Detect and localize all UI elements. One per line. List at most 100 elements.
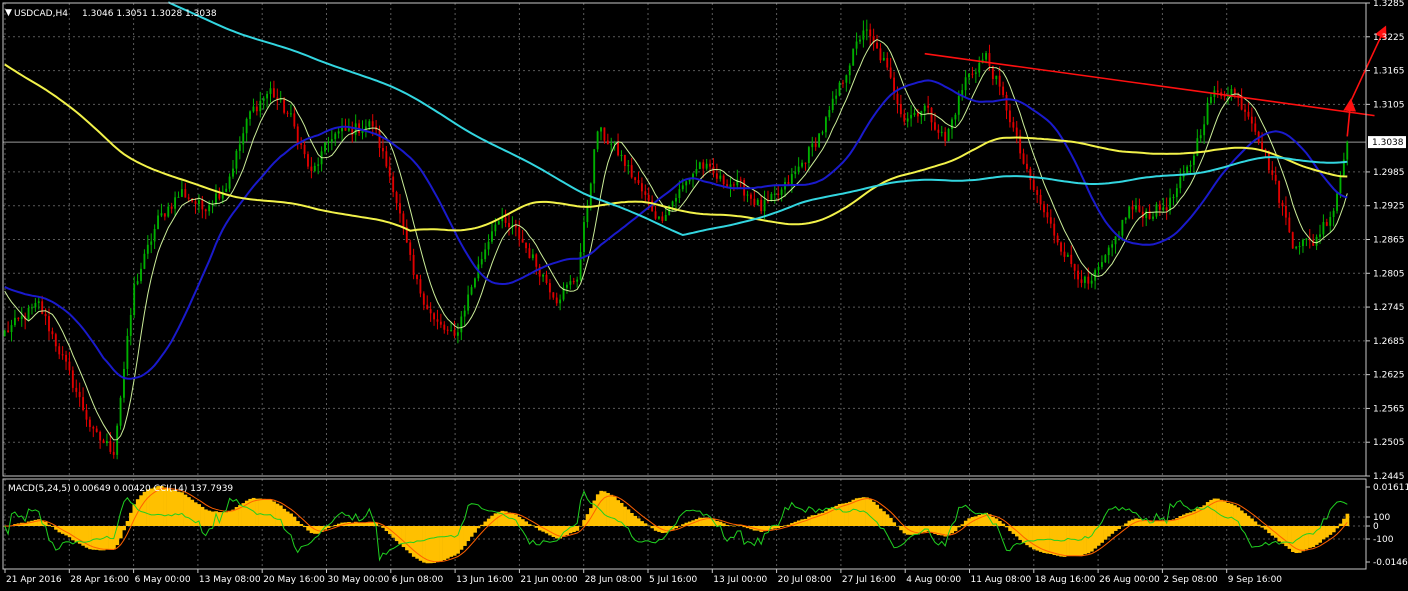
- candle-body: [1189, 164, 1192, 167]
- candle-body: [1339, 176, 1342, 194]
- macd-histogram-bar: [1219, 499, 1224, 526]
- macd-histogram-bar: [1100, 526, 1104, 543]
- macd-histogram-bar: [1021, 526, 1026, 544]
- candle-body: [695, 168, 698, 174]
- macd-histogram-bar: [1103, 526, 1108, 540]
- candle-body: [300, 143, 303, 145]
- candle-body: [194, 201, 197, 204]
- macd-histogram-bar: [643, 523, 648, 526]
- price-tick-label: 1.2745: [1373, 303, 1405, 313]
- candle-body: [606, 140, 609, 145]
- macd-histogram-bar: [1124, 523, 1128, 526]
- candle-body: [249, 111, 251, 119]
- candle-body: [709, 163, 711, 167]
- candle-body: [262, 98, 265, 101]
- candle-body: [1302, 239, 1304, 247]
- time-tick-label: 27 Jul 16:00: [842, 575, 896, 585]
- candle-body: [392, 176, 395, 193]
- candle-body: [1186, 166, 1189, 174]
- candle-body: [821, 132, 824, 134]
- candle-body: [102, 440, 105, 444]
- candle-body: [531, 254, 534, 259]
- macd-histogram-bar: [1256, 524, 1261, 526]
- candle-body: [675, 197, 677, 202]
- candle-body: [347, 128, 350, 131]
- macd-histogram-bar: [258, 498, 263, 526]
- candle-body: [985, 53, 988, 60]
- candle-body: [201, 200, 204, 210]
- time-tick-label: 2 Sep 08:00: [1163, 575, 1218, 585]
- candle-body: [58, 346, 61, 355]
- candle-body: [494, 224, 497, 232]
- candle-body: [842, 82, 844, 84]
- candle-body: [1087, 276, 1090, 284]
- candle-body: [569, 281, 572, 285]
- macd-histogram-bar: [1089, 526, 1094, 552]
- macd-histogram-bar: [878, 508, 883, 526]
- candle-body: [269, 88, 272, 94]
- macd-histogram-bar: [1311, 526, 1316, 548]
- time-tick-label: 28 Jun 08:00: [585, 575, 642, 585]
- macd-histogram-bar: [67, 526, 72, 538]
- macd-histogram-bar: [912, 526, 917, 535]
- candle-body: [647, 194, 650, 201]
- macd-histogram-bar: [497, 511, 501, 526]
- candle-body: [780, 189, 783, 195]
- candle-body: [1155, 204, 1158, 217]
- macd-histogram-bar: [480, 524, 484, 526]
- macd-histogram-bar: [810, 515, 815, 526]
- candle-body: [484, 249, 487, 260]
- macd-histogram-bar: [125, 521, 130, 526]
- candle-body: [715, 173, 718, 179]
- macd-histogram-bar: [783, 525, 788, 526]
- candle-body: [620, 154, 623, 156]
- candle-body: [119, 397, 122, 426]
- candle-body: [1135, 205, 1137, 210]
- macd-histogram-bar: [1107, 526, 1111, 537]
- candle-body: [777, 193, 780, 195]
- macd-histogram-bar: [442, 526, 447, 561]
- candle-body: [1158, 204, 1161, 210]
- macd-histogram-bar: [1113, 526, 1118, 531]
- candle-body: [910, 114, 913, 119]
- candle-body: [852, 48, 855, 66]
- macd-histogram-bar: [463, 526, 467, 546]
- time-tick-label: 20 Jul 08:00: [778, 575, 832, 585]
- candle-body: [1046, 212, 1049, 218]
- macd-histogram-bar: [1062, 526, 1067, 557]
- candle-body: [136, 281, 139, 285]
- candle-body: [31, 307, 33, 309]
- chart-background: [0, 0, 1408, 591]
- candle-body: [88, 419, 91, 427]
- candle-body: [27, 307, 30, 320]
- price-tick-label: 1.3225: [1373, 33, 1405, 43]
- candle-body: [763, 200, 766, 212]
- candle-body: [998, 75, 1001, 87]
- candle-body: [848, 65, 851, 76]
- candle-body: [1192, 155, 1195, 165]
- candle-body: [1124, 217, 1127, 220]
- candle-body: [756, 199, 759, 206]
- candle-body: [1008, 110, 1011, 123]
- macd-histogram-bar: [602, 491, 607, 526]
- candle-body: [760, 199, 763, 212]
- candle-body: [116, 425, 119, 455]
- candle-body: [739, 179, 742, 181]
- macd-histogram-bar: [527, 524, 532, 526]
- candle-body: [218, 193, 221, 199]
- candle-body: [865, 29, 868, 31]
- chart-menu-triangle-icon[interactable]: ▼: [5, 8, 12, 18]
- candle-body: [416, 274, 418, 280]
- macd-histogram-bar: [224, 512, 229, 526]
- candle-body: [566, 284, 568, 288]
- candle-body: [504, 217, 507, 223]
- macd-histogram-bar: [895, 526, 900, 527]
- candle-body: [1284, 205, 1287, 218]
- candle-body: [746, 194, 749, 196]
- oscillator-tick-label: -0.01461: [1373, 558, 1408, 568]
- candle-body: [1216, 90, 1219, 93]
- time-tick-label: 5 Jul 16:00: [649, 575, 698, 585]
- candle-body: [204, 209, 207, 212]
- candle-body: [433, 313, 435, 320]
- candle-body: [521, 238, 524, 243]
